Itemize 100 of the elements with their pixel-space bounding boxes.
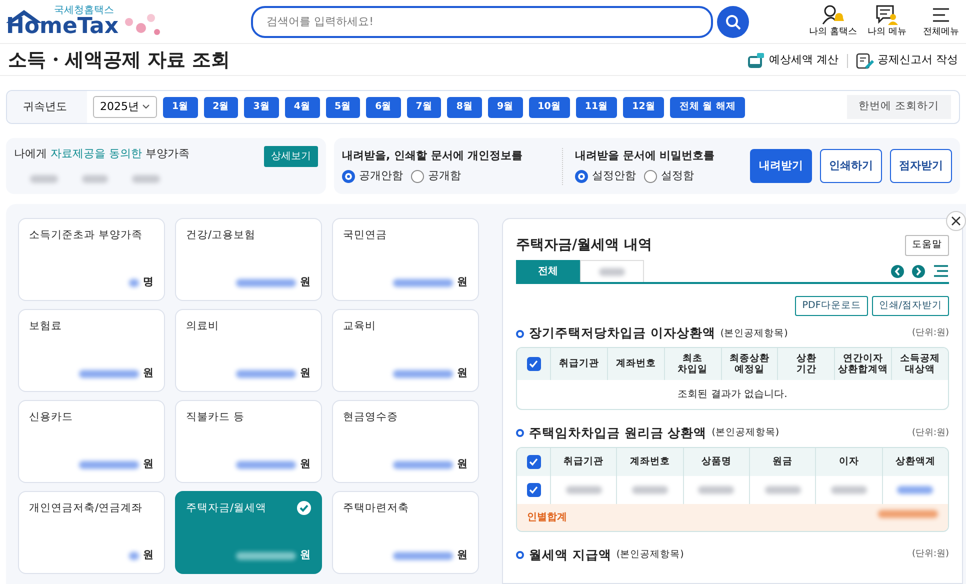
card-title: 주택마련저축	[343, 501, 409, 516]
deduction-card[interactable]: 소득기준초과 부양가족 명	[18, 218, 165, 301]
blurred-value	[897, 486, 934, 494]
month-button[interactable]: 7월	[406, 96, 442, 118]
panel-action-button[interactable]: PDF다운로드	[795, 296, 868, 316]
blurred-amount	[393, 370, 453, 378]
unit-note: (단위:원)	[912, 548, 949, 562]
radio-option[interactable]: 설정함	[644, 168, 694, 184]
title-action-link[interactable]: 예상세액 계산	[747, 52, 838, 70]
checkbox[interactable]	[526, 357, 540, 371]
unit-label: 원	[457, 366, 468, 382]
deduction-card[interactable]: 주택마련저축 원	[332, 491, 479, 574]
unit-label: 원	[300, 275, 311, 290]
unit-note: (단위:원)	[912, 426, 949, 440]
radio-button[interactable]	[342, 170, 355, 183]
deduction-card[interactable]: 주택자금/월세액 원	[175, 491, 322, 574]
radio-option[interactable]: 설정안함	[575, 168, 636, 184]
column-header: 소득공제 대상액	[899, 352, 942, 377]
blurred-value	[566, 486, 602, 494]
chevron-down-icon	[142, 104, 150, 110]
header-menu-link[interactable]: 전체메뉴	[916, 4, 966, 40]
blurred-amount	[236, 552, 296, 560]
deduction-card[interactable]: 교육비 원	[332, 309, 479, 392]
month-button[interactable]: 5월	[326, 96, 360, 118]
check-icon	[529, 458, 538, 466]
radio-button[interactable]	[644, 170, 657, 183]
radio-option[interactable]: 공개안함	[342, 168, 403, 184]
radio-button[interactable]	[411, 170, 424, 183]
search-field[interactable]: 검색어를 입력하세요!	[250, 6, 713, 38]
unit-label: 원	[457, 457, 468, 472]
deduction-card[interactable]: 직불카드 등 원	[175, 400, 322, 483]
card-title: 주택자금/월세액	[186, 501, 267, 516]
deduction-card[interactable]: 건강/고용보험 원	[175, 218, 322, 301]
radio-option[interactable]: 공개함	[411, 168, 461, 184]
card-title: 의료비	[186, 319, 219, 334]
check-icon	[529, 486, 538, 494]
header-menu-link[interactable]: 나의 홈택스	[808, 4, 858, 40]
year-select[interactable]: 2025년	[93, 96, 157, 118]
action-button[interactable]: 인쇄하기	[820, 149, 882, 183]
blurred-name	[132, 175, 160, 183]
month-button[interactable]: 8월	[447, 96, 482, 118]
list-menu-button[interactable]	[933, 264, 949, 278]
unit-label: 원	[300, 457, 311, 472]
logo-text[interactable]: HomeTax	[6, 16, 119, 38]
month-button[interactable]: 6월	[366, 96, 401, 118]
check-icon	[529, 360, 538, 368]
close-button[interactable]	[946, 211, 966, 231]
bullet-icon	[516, 330, 524, 338]
tab[interactable]: 전체	[516, 260, 580, 282]
deduction-card[interactable]: 현금영수증 원	[332, 400, 479, 483]
search-button[interactable]	[716, 6, 749, 38]
month-button[interactable]: 9월	[488, 96, 523, 118]
blurred-amount	[79, 370, 139, 378]
unit-label: 원	[457, 275, 468, 290]
section-note: (본인공제항목)	[712, 426, 780, 440]
help-button[interactable]: 도움말	[905, 235, 949, 256]
section-title: 장기주택저당차입금 이자상환액	[529, 324, 716, 342]
deduction-card[interactable]: 보험료 원	[18, 309, 165, 392]
option-question: 내려받을, 인쇄할 문서에 개인정보를	[342, 148, 524, 164]
unit-label: 원	[300, 548, 311, 564]
column-header: 계좌번호	[617, 448, 684, 476]
deduction-card[interactable]: 국민연금 원	[332, 218, 479, 301]
option-question: 내려받을 문서에 비밀번호를	[575, 148, 716, 164]
blurred-amount	[236, 279, 296, 288]
column-header: 최초 차입일	[664, 348, 722, 380]
prev-button[interactable]	[891, 264, 904, 278]
checkbox[interactable]	[526, 482, 540, 497]
checkbox[interactable]	[526, 454, 540, 469]
blurred-value	[698, 486, 734, 494]
unit-label: 원	[143, 457, 154, 472]
clear-months-button[interactable]: 전체 월 해제	[670, 96, 745, 118]
card-title: 국민연금	[343, 228, 387, 243]
query-all-button[interactable]: 한번에 조회하기	[846, 95, 951, 119]
month-button[interactable]: 10월	[528, 96, 570, 118]
month-button[interactable]: 11월	[576, 96, 618, 118]
radio-button[interactable]	[575, 170, 588, 183]
card-title: 교육비	[343, 319, 376, 334]
bullet-icon	[516, 429, 524, 438]
month-button[interactable]: 1월	[163, 96, 198, 118]
deduction-card[interactable]: 신용카드 원	[18, 400, 165, 483]
next-button[interactable]	[912, 264, 925, 278]
header-menu-link[interactable]: 나의 메뉴	[862, 4, 912, 40]
action-button[interactable]: 점자받기	[890, 149, 952, 183]
panel-action-button[interactable]: 인쇄/점자받기	[872, 296, 949, 316]
unit-label: 원	[143, 366, 154, 382]
deduction-card[interactable]: 개인연금저축/연금계좌 원	[18, 491, 165, 574]
month-button[interactable]: 4월	[284, 96, 320, 118]
card-title: 보험료	[29, 319, 62, 334]
deduction-card[interactable]: 의료비 원	[175, 309, 322, 392]
column-header: 연간이자 상환합계액	[835, 348, 892, 380]
detail-button[interactable]: 상세보기	[264, 146, 318, 167]
blurred-amount	[393, 279, 453, 288]
column-header: 원금	[750, 448, 816, 476]
empty-message: 조회된 결과가 없습니다.	[676, 388, 788, 402]
month-button[interactable]: 3월	[244, 96, 279, 118]
month-button[interactable]: 2월	[204, 96, 238, 118]
title-action-link[interactable]: 공제신고서 작성	[856, 52, 958, 70]
action-button[interactable]: 내려받기	[750, 149, 812, 183]
month-button[interactable]: 12월	[623, 96, 664, 118]
unit-note: (단위:원)	[912, 326, 949, 340]
